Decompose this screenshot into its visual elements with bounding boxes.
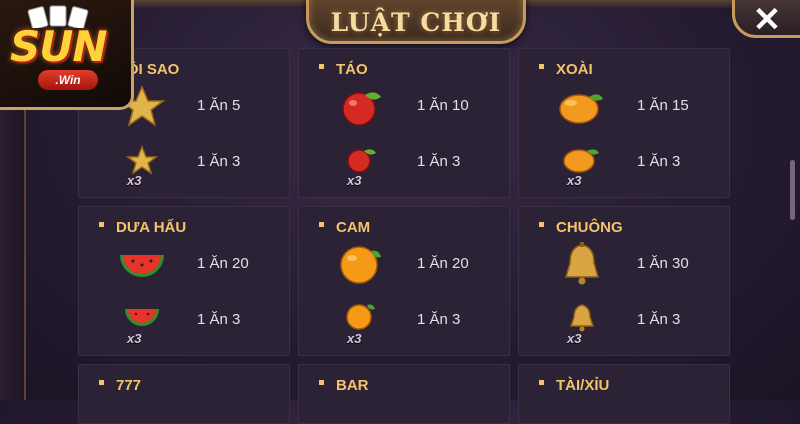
rule-row: x3 1 Ăn 3	[519, 295, 729, 346]
rules-grid: ĐÔI SAO 1 Ăn 5 x3 1 Ăn 3 TÁO 1 Ăn 10 x3 …	[78, 48, 730, 424]
sunwin-logo: SUN .Win	[0, 0, 134, 110]
logo-main-text: SUN	[10, 22, 108, 71]
mango-icon	[559, 94, 603, 124]
payout-text: 1 Ăn 3	[417, 311, 461, 328]
card-title: BAR	[319, 377, 369, 394]
watermelon-icon	[125, 309, 159, 326]
card-title: TÀI/XỈU	[539, 377, 609, 394]
payout-text: 1 Ăn 10	[417, 97, 469, 114]
multiplier-label: x3	[347, 173, 362, 188]
payout-text: 1 Ăn 30	[637, 255, 689, 272]
payout-text: 1 Ăn 3	[417, 153, 461, 170]
payout-text: 1 Ăn 3	[637, 153, 681, 170]
card-title: XOÀI	[539, 61, 593, 78]
mango-icon	[563, 149, 599, 173]
rule-card-cam: CAM 1 Ăn 20 x3 1 Ăn 3	[298, 206, 510, 356]
card-title: CHUÔNG	[539, 219, 623, 236]
rule-card-bar: BAR	[298, 364, 510, 424]
multiplier-label: x3	[127, 331, 142, 346]
rule-row: 1 Ăn 20	[79, 239, 289, 289]
rule-card-dua-hau: DƯA HẤU 1 Ăn 20 x3 1 Ăn 3	[78, 206, 290, 356]
close-icon: ✕	[752, 1, 782, 39]
rule-card-tai-xiu: TÀI/XỈU	[518, 364, 730, 424]
multiplier-label: x3	[567, 173, 582, 188]
rule-row: x3 1 Ăn 3	[519, 137, 729, 188]
payout-text: 1 Ăn 15	[637, 97, 689, 114]
payout-text: 1 Ăn 20	[417, 255, 469, 272]
rule-card-777: 777	[78, 364, 290, 424]
watermelon-icon	[120, 255, 164, 277]
payout-text: 1 Ăn 3	[637, 311, 681, 328]
page-title: LUẬT CHƠI	[330, 7, 502, 37]
close-button[interactable]: ✕	[732, 0, 800, 38]
payout-text: 1 Ăn 5	[197, 97, 241, 114]
rule-row: x3 1 Ăn 3	[299, 137, 509, 188]
card-title: DƯA HẤU	[99, 219, 186, 236]
card-title: 777	[99, 377, 141, 394]
logo-sub-text: .Win	[38, 70, 98, 90]
card-title: CAM	[319, 219, 370, 236]
title-plate: LUẬT CHƠI	[306, 0, 526, 44]
multiplier-label: x3	[127, 173, 142, 188]
payout-text: 1 Ăn 3	[197, 153, 241, 170]
orange-icon	[346, 304, 375, 330]
card-title: TÁO	[319, 61, 368, 78]
apple-icon	[347, 149, 376, 173]
rule-card-xoai: XOÀI 1 Ăn 15 x3 1 Ăn 3	[518, 48, 730, 198]
bell-icon	[569, 304, 595, 332]
apple-icon	[342, 92, 381, 126]
multiplier-label: x3	[347, 331, 362, 346]
scrollbar[interactable]	[790, 160, 795, 220]
rule-row: 1 Ăn 20	[299, 239, 509, 289]
multiplier-label: x3	[567, 331, 582, 346]
bell-icon	[565, 242, 599, 285]
star-icon	[125, 144, 159, 175]
payout-text: 1 Ăn 3	[197, 311, 241, 328]
rule-card-chuong: CHUÔNG 1 Ăn 30 x3 1 Ăn 3	[518, 206, 730, 356]
payout-text: 1 Ăn 20	[197, 255, 249, 272]
rule-row: x3 1 Ăn 3	[299, 295, 509, 346]
rule-row: 1 Ăn 30	[519, 239, 729, 289]
rule-row: 1 Ăn 15	[519, 81, 729, 131]
rule-row: 1 Ăn 10	[299, 81, 509, 131]
rule-card-tao: TÁO 1 Ăn 10 x3 1 Ăn 3	[298, 48, 510, 198]
orange-icon	[340, 246, 381, 284]
rule-row: x3 1 Ăn 3	[79, 295, 289, 346]
rule-row: x3 1 Ăn 3	[79, 137, 289, 188]
